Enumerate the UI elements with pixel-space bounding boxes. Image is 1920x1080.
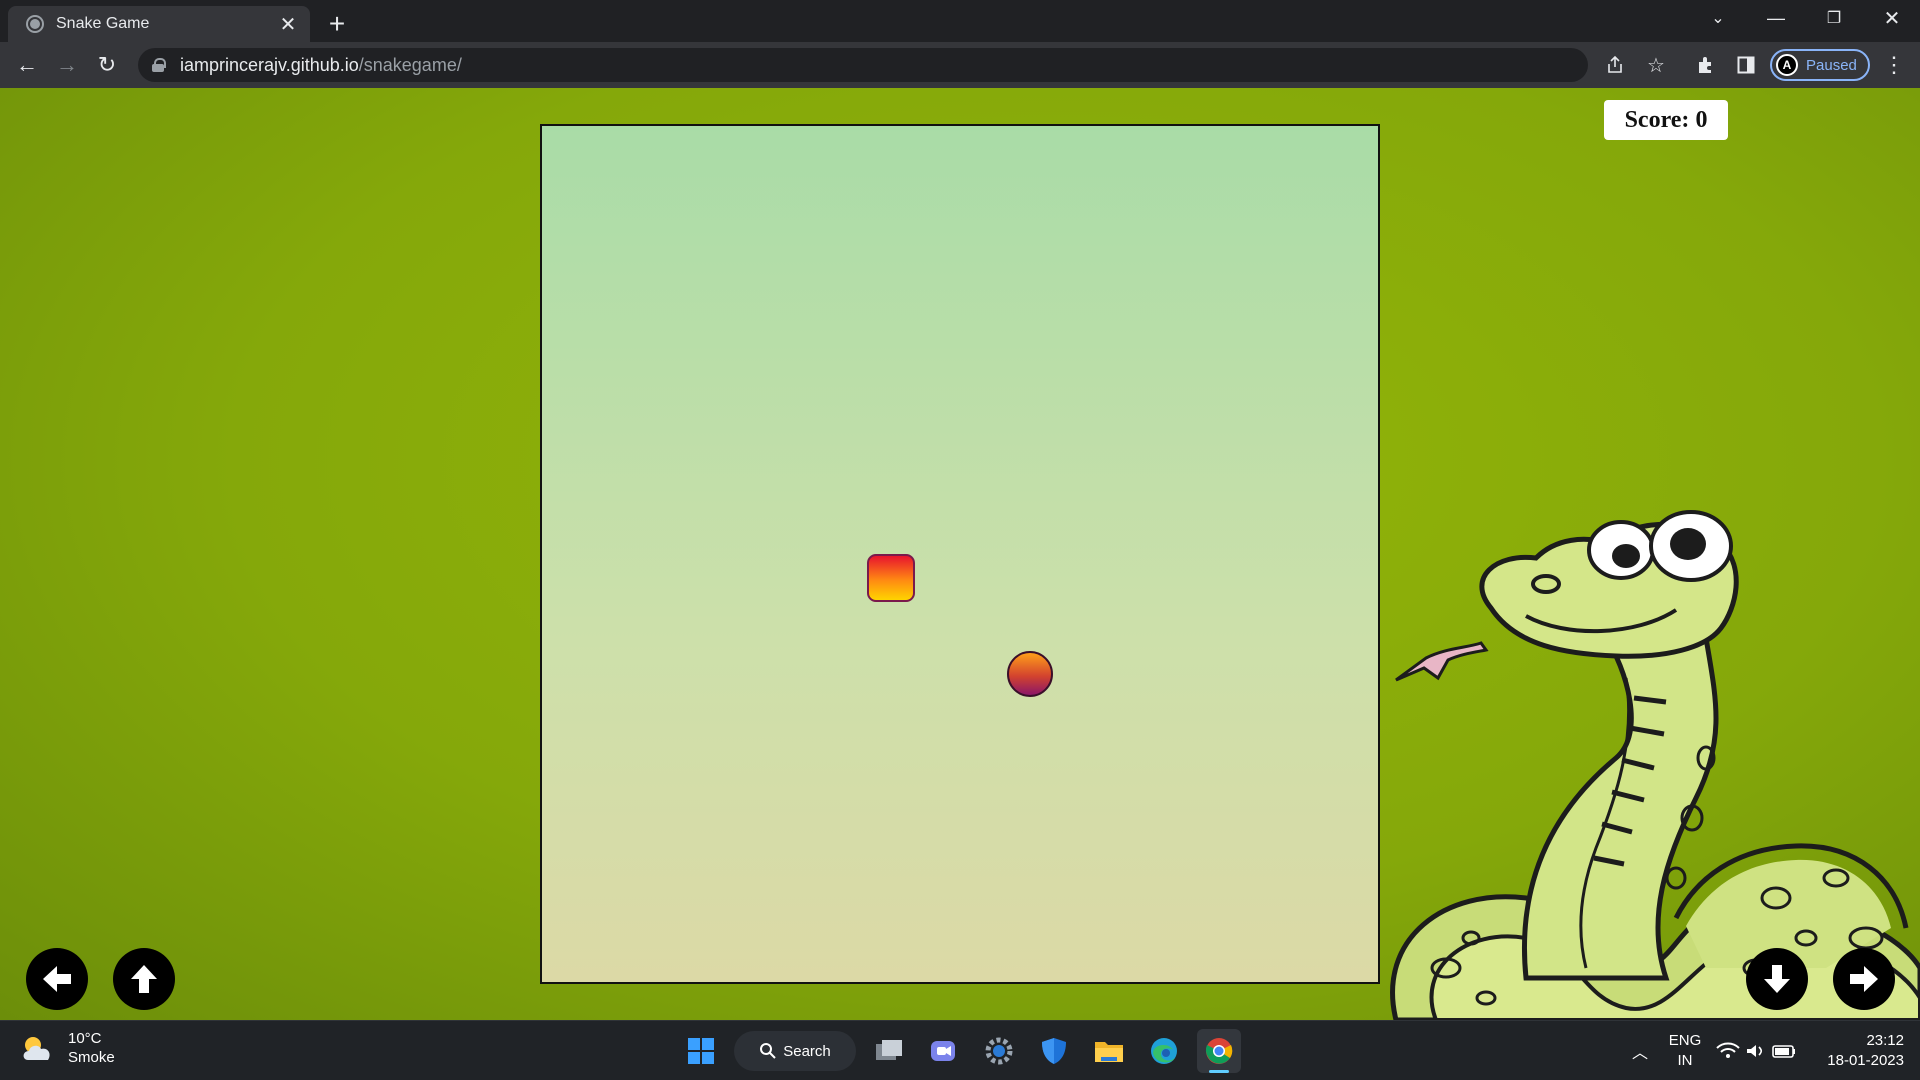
profile-button[interactable]: A Paused [1770, 49, 1870, 81]
new-tab-button[interactable]: + [322, 8, 352, 40]
weather-widget[interactable]: 10°C Smoke [20, 1030, 115, 1068]
forward-button[interactable]: → [51, 50, 83, 80]
address-bar[interactable]: iamprincerajv.github.io /snakegame/ [138, 48, 1588, 82]
region-code: IN [1677, 1052, 1693, 1069]
food [1007, 651, 1053, 697]
snake-mascot-illustration [1390, 510, 1920, 1020]
lock-icon[interactable] [152, 58, 166, 72]
share-icon[interactable] [1601, 52, 1629, 78]
left-arrow-button[interactable] [26, 948, 88, 1010]
back-button[interactable]: ← [11, 50, 43, 80]
taskbar-search-button[interactable]: Search [734, 1031, 856, 1071]
system-tray-status[interactable] [1712, 1029, 1802, 1073]
windows-start-icon[interactable] [679, 1029, 723, 1073]
score-box: Score: 0 [1604, 100, 1728, 140]
extensions-icon[interactable] [1692, 52, 1720, 78]
taskbar: 10°C Smoke Search ︿ ENG IN 23:12 18-01-2… [0, 1020, 1920, 1080]
up-arrow-icon [131, 965, 157, 993]
taskbar-search-label: Search [783, 1042, 831, 1060]
file-explorer-icon[interactable] [1087, 1029, 1131, 1073]
reload-button[interactable]: ↻ [91, 50, 123, 80]
chrome-browser-icon[interactable] [1197, 1029, 1241, 1073]
task-view-icon[interactable] [867, 1029, 911, 1073]
minimize-button[interactable]: — [1748, 0, 1804, 36]
security-shield-icon[interactable] [1032, 1029, 1076, 1073]
snake-head [867, 554, 915, 602]
down-arrow-icon [1764, 965, 1790, 993]
score-label: Score: [1624, 106, 1690, 133]
globe-icon [26, 15, 44, 33]
clock[interactable]: 23:12 18-01-2023 [1814, 1031, 1904, 1071]
active-tab[interactable]: Snake Game ✕ [8, 6, 310, 42]
bookmark-star-icon[interactable]: ☆ [1642, 52, 1670, 78]
url-path: /snakegame/ [358, 54, 462, 75]
clock-time: 23:12 [1866, 1032, 1904, 1049]
weather-cloud-icon [23, 1037, 50, 1060]
score-value: 0 [1695, 106, 1708, 133]
tab-strip: Snake Game ✕ + ⌄ — ❐ ✕ [0, 0, 1920, 42]
weather-description: Smoke [68, 1049, 115, 1066]
settings-gear-icon[interactable] [977, 1029, 1021, 1073]
game-page: Score: 0 [0, 88, 1920, 1020]
side-panel-icon[interactable] [1732, 52, 1760, 78]
left-arrow-icon [43, 966, 71, 992]
teams-chat-icon[interactable] [922, 1029, 966, 1073]
active-app-indicator [1209, 1070, 1229, 1073]
right-arrow-button[interactable] [1833, 948, 1895, 1010]
clock-date: 18-01-2023 [1827, 1052, 1904, 1069]
close-window-button[interactable]: ✕ [1864, 0, 1920, 36]
right-arrow-icon [1850, 966, 1878, 992]
browser-toolbar: ← → ↻ iamprincerajv.github.io /snakegame… [0, 42, 1920, 88]
wifi-icon [1716, 1042, 1740, 1058]
show-hidden-icons-chevron-icon[interactable]: ︿ [1618, 1029, 1662, 1073]
volume-icon [1747, 1045, 1763, 1057]
close-tab-icon[interactable]: ✕ [276, 12, 300, 37]
down-arrow-button[interactable] [1746, 948, 1808, 1010]
game-board[interactable] [540, 124, 1380, 984]
kebab-menu-icon[interactable]: ⋮ [1880, 52, 1908, 78]
url-host: iamprincerajv.github.io [180, 54, 359, 75]
restore-button[interactable]: ❐ [1806, 0, 1862, 36]
profile-status: Paused [1806, 56, 1857, 74]
weather-temperature: 10°C [68, 1030, 102, 1047]
language-code: ENG [1668, 1032, 1702, 1049]
edge-browser-icon[interactable] [1142, 1029, 1186, 1073]
search-icon [760, 1043, 776, 1059]
profile-avatar: A [1776, 54, 1798, 76]
up-arrow-button[interactable] [113, 948, 175, 1010]
battery-icon [1772, 1045, 1795, 1058]
tab-title: Snake Game [56, 15, 150, 32]
tab-search-icon[interactable]: ⌄ [1690, 0, 1746, 36]
language-indicator[interactable]: ENG IN [1666, 1031, 1704, 1071]
